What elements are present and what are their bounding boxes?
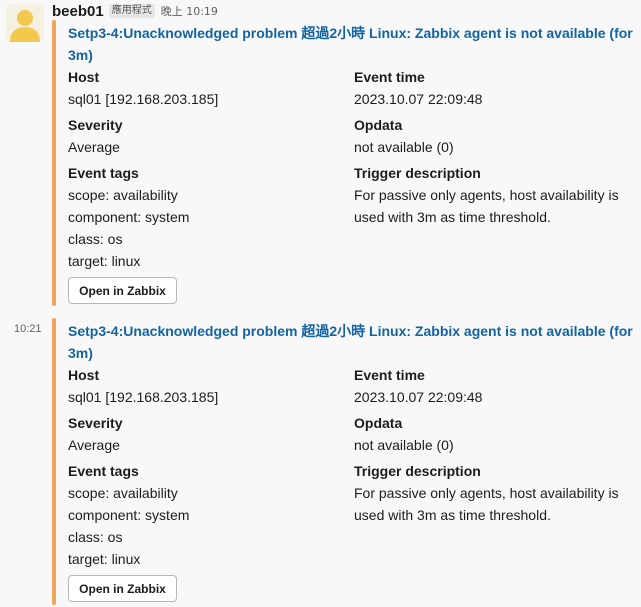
hover-timestamp[interactable]: 10:21	[14, 323, 42, 335]
open-in-zabbix-button[interactable]: Open in Zabbix	[68, 575, 177, 602]
attachment-color-bar	[52, 318, 56, 605]
event-tag: class: os	[68, 231, 123, 247]
event-time-label: Event time	[354, 367, 425, 383]
opdata-label: Opdata	[354, 415, 403, 431]
user-silhouette-icon	[10, 10, 40, 42]
event-time-value: 2023.10.07 22:09:48	[354, 389, 483, 405]
message-header: beeb01 應用程式 晚上 10:19	[52, 2, 218, 20]
host-label: Host	[68, 69, 100, 85]
event-tag: component: system	[68, 507, 190, 523]
event-tag: target: linux	[68, 253, 141, 269]
opdata-value: not available (0)	[354, 139, 454, 155]
attachment-card: Setp3-4:Unacknowledged problem 超過2小時 Lin…	[52, 20, 641, 306]
severity-value: Average	[68, 437, 120, 453]
opdata-label: Opdata	[354, 117, 403, 133]
severity-value: Average	[68, 139, 120, 155]
severity-label: Severity	[68, 415, 123, 431]
host-value: sql01 [192.168.203.185]	[68, 389, 219, 405]
trigger-description-label: Trigger description	[354, 165, 481, 181]
event-tag: class: os	[68, 529, 123, 545]
app-badge: 應用程式	[108, 4, 155, 18]
username[interactable]: beeb01	[52, 3, 104, 20]
event-tags-label: Event tags	[68, 165, 139, 181]
host-label: Host	[68, 367, 100, 383]
event-time-value: 2023.10.07 22:09:48	[354, 91, 483, 107]
event-time-label: Event time	[354, 69, 425, 85]
message-timestamp[interactable]: 晚上 10:19	[161, 3, 218, 19]
opdata-value: not available (0)	[354, 437, 454, 453]
event-tag: scope: availability	[68, 485, 178, 501]
event-tag: component: system	[68, 209, 190, 225]
trigger-description-value: For passive only agents, host availabili…	[354, 187, 619, 225]
alert-title-link[interactable]: Setp3-4:Unacknowledged problem 超過2小時 Lin…	[68, 22, 638, 66]
attachment-color-bar	[52, 20, 56, 306]
avatar[interactable]	[6, 4, 44, 42]
alert-title-link[interactable]: Setp3-4:Unacknowledged problem 超過2小時 Lin…	[68, 320, 638, 364]
open-in-zabbix-button[interactable]: Open in Zabbix	[68, 277, 177, 304]
event-tags-label: Event tags	[68, 463, 139, 479]
severity-label: Severity	[68, 117, 123, 133]
trigger-description-label: Trigger description	[354, 463, 481, 479]
host-value: sql01 [192.168.203.185]	[68, 91, 219, 107]
attachment-card: Setp3-4:Unacknowledged problem 超過2小時 Lin…	[52, 318, 641, 605]
event-tag: scope: availability	[68, 187, 178, 203]
trigger-description-value: For passive only agents, host availabili…	[354, 485, 619, 523]
event-tag: target: linux	[68, 551, 141, 567]
